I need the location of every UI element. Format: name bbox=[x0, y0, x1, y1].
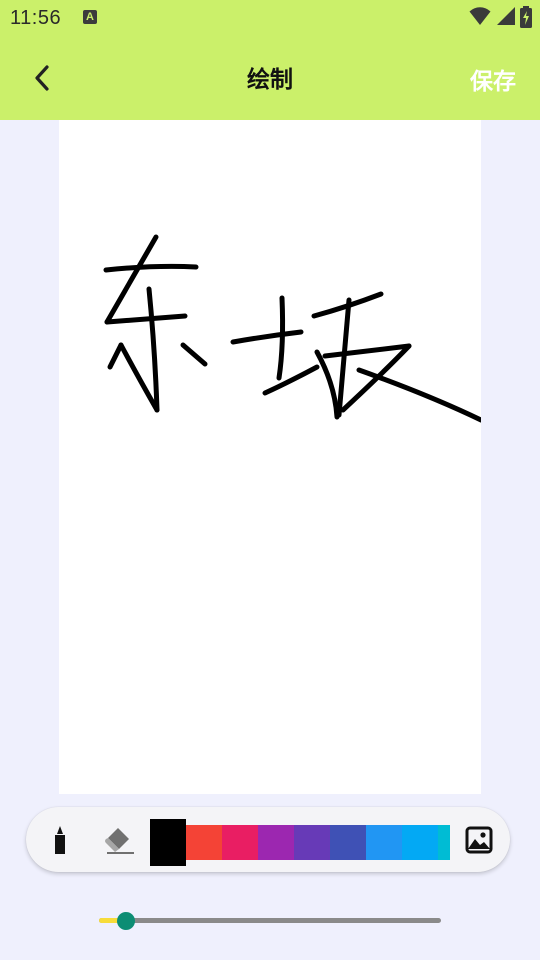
page-title: 绘制 bbox=[247, 66, 293, 92]
eraser-tool-button[interactable] bbox=[102, 807, 138, 872]
brush-size-slider[interactable] bbox=[99, 911, 441, 931]
color-swatch[interactable] bbox=[258, 825, 294, 860]
status-icons bbox=[469, 6, 532, 28]
drawing-toolbar bbox=[26, 807, 510, 872]
color-swatch[interactable] bbox=[186, 825, 222, 860]
handwritten-drawing bbox=[103, 234, 481, 423]
slider-thumb[interactable] bbox=[117, 912, 136, 930]
color-swatch[interactable] bbox=[438, 825, 450, 860]
color-swatch[interactable] bbox=[330, 825, 366, 860]
color-swatch[interactable] bbox=[366, 825, 402, 860]
color-swatch[interactable] bbox=[294, 825, 330, 860]
color-swatch[interactable] bbox=[150, 819, 186, 866]
pen-tool-button[interactable] bbox=[46, 807, 74, 872]
status-time: 11:56 bbox=[10, 7, 62, 29]
battery-charging-icon bbox=[520, 6, 532, 28]
insert-image-button[interactable] bbox=[462, 807, 496, 872]
color-swatch[interactable] bbox=[402, 825, 438, 860]
color-swatch[interactable] bbox=[222, 825, 258, 860]
eraser-icon bbox=[105, 827, 134, 854]
app-notification-icon: A bbox=[83, 10, 97, 24]
save-button[interactable]: 保存 bbox=[470, 62, 516, 96]
drawing-canvas[interactable] bbox=[59, 120, 481, 794]
wifi-icon bbox=[469, 7, 491, 25]
slider-track bbox=[99, 918, 441, 923]
pen-icon bbox=[55, 825, 65, 854]
image-icon bbox=[465, 826, 493, 853]
app-bar: 11:56 A 绘制 保存 bbox=[0, 0, 540, 120]
cell-signal-icon bbox=[496, 7, 515, 25]
status-bar: 11:56 A bbox=[0, 0, 540, 36]
